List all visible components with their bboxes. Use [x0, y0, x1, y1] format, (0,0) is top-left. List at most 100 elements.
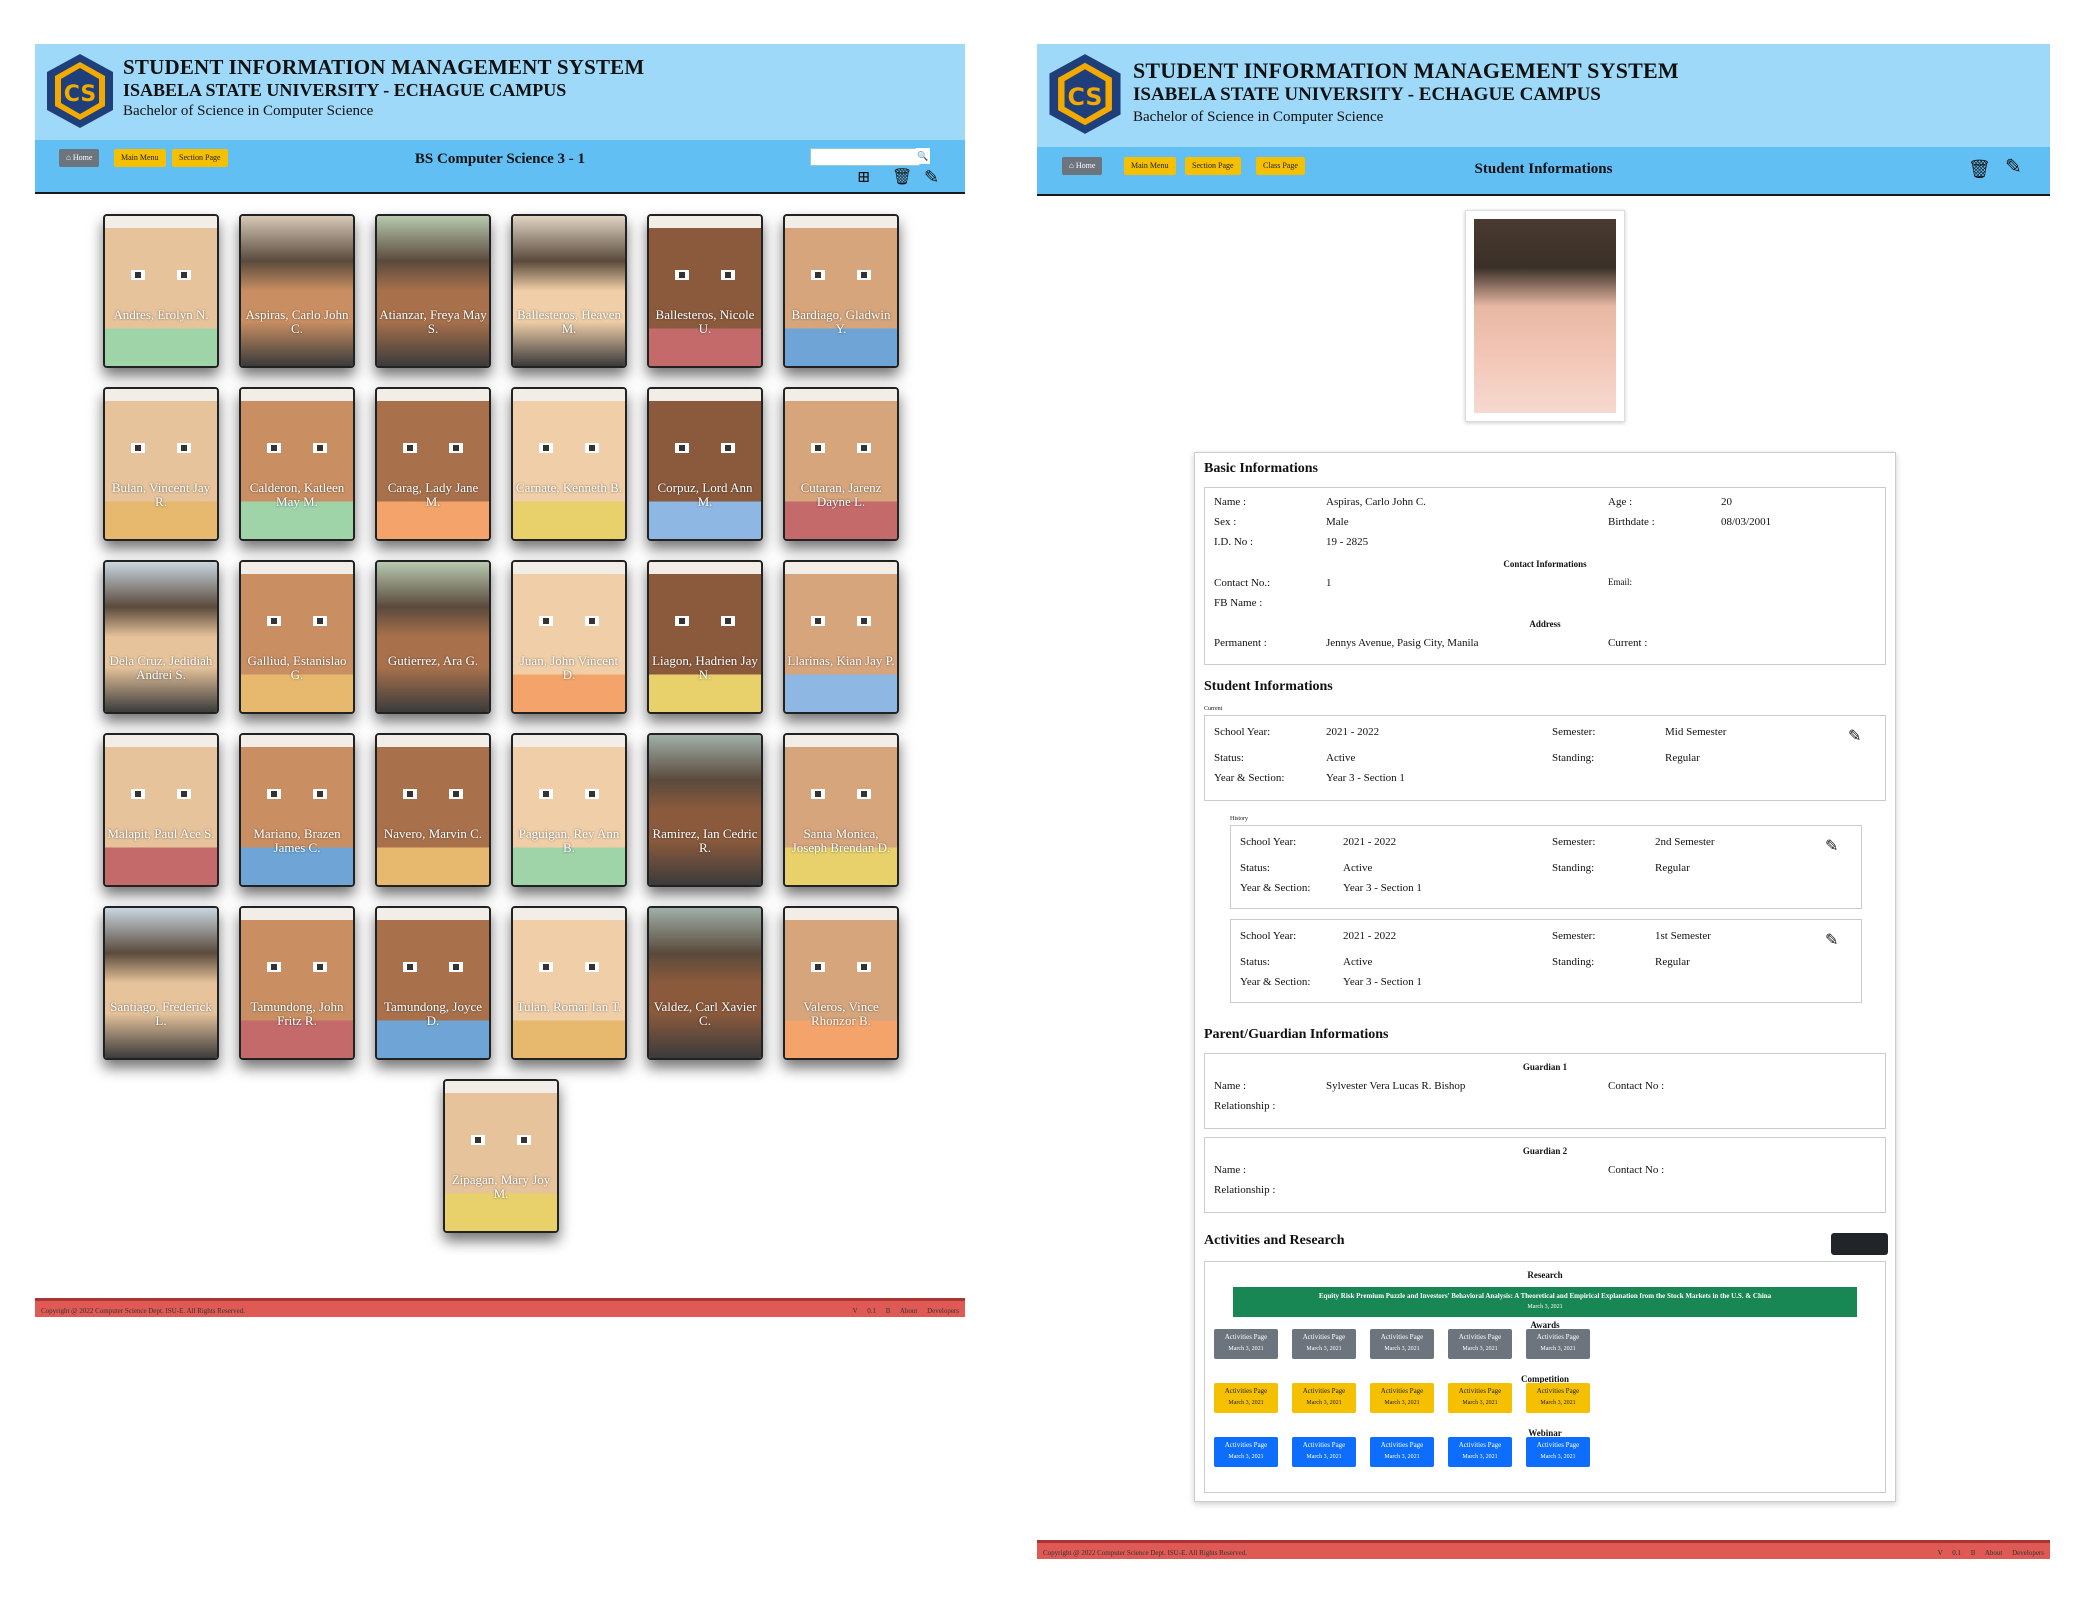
student-card[interactable]: Liagon, Hadrien Jay N. — [647, 560, 763, 714]
student-card[interactable]: Dela Cruz, Jedidiah Andrei S. — [103, 560, 219, 714]
program-title: Bachelor of Science in Computer Science — [123, 103, 374, 119]
guardian-1-heading: Guardian 1 — [1522, 1062, 1568, 1072]
student-card[interactable]: Mariano, Brazen James C. — [239, 733, 355, 887]
student-card[interactable]: Tulan, Romar Ian T. — [511, 906, 627, 1060]
footer-links: V 0.1 B About Developers — [853, 1307, 959, 1315]
activity-button[interactable]: Activities Page March 3, 2021 — [1370, 1329, 1434, 1359]
avatar-eye — [811, 443, 825, 453]
activity-button[interactable]: Activities Page March 3, 2021 — [1214, 1437, 1278, 1467]
search-input[interactable] — [810, 148, 920, 166]
student-card[interactable]: Carnate, Kenneth B. — [511, 387, 627, 541]
student-card[interactable]: Santa Monica, Joseph Brendan D. — [783, 733, 899, 887]
activity-button[interactable]: Activities Page March 3, 2021 — [1370, 1383, 1434, 1413]
student-card[interactable]: Valeros, Vince Rhonzor B. — [783, 906, 899, 1060]
student-photo — [649, 735, 761, 885]
avatar-pupil — [271, 964, 277, 970]
guardian-name-label: Name : — [1214, 1164, 1247, 1176]
student-card[interactable]: Santiago, Frederick L. — [103, 906, 219, 1060]
student-card[interactable]: Ballesteros, Nicole U. — [647, 214, 763, 368]
student-card[interactable]: Tamundong, Joyce D. — [375, 906, 491, 1060]
student-card[interactable]: Ballesteros, Heaven M. — [511, 214, 627, 368]
avatar-pupil — [815, 445, 821, 451]
student-card[interactable]: Valdez, Carl Xavier C. — [647, 906, 763, 1060]
student-card[interactable]: Atianzar, Freya May S. — [375, 214, 491, 368]
activity-button[interactable]: Activities Page March 3, 2021 — [1292, 1383, 1356, 1413]
student-avatar — [785, 216, 897, 366]
page-title: Student Informations — [1474, 161, 1613, 177]
student-card[interactable]: Tamundong, John Fritz R. — [239, 906, 355, 1060]
basic-info-box: Name : Aspiras, Carlo John C. Sex : Male… — [1204, 487, 1886, 665]
year-section-label: Year & Section: — [1240, 976, 1311, 988]
student-card[interactable]: Calderon, Katleen May M. — [239, 387, 355, 541]
edit-icon[interactable]: ✎ — [1848, 726, 1861, 746]
activity-button[interactable]: Activities Page March 3, 2021 — [1448, 1329, 1512, 1359]
avatar-eye — [267, 443, 281, 453]
student-card[interactable]: Malapit, Paul Ace S. — [103, 733, 219, 887]
student-avatar — [105, 389, 217, 539]
search-button[interactable]: 🔍 — [916, 148, 930, 164]
activity-button[interactable]: Activities Page March 3, 2021 — [1526, 1329, 1590, 1359]
student-card[interactable]: Juan, John Vincent D. — [511, 560, 627, 714]
research-item[interactable]: Equity Risk Premium Puzzle and Investors… — [1233, 1287, 1857, 1317]
activity-button[interactable]: Activities Page March 3, 2021 — [1526, 1383, 1590, 1413]
year-section-label: Year & Section: — [1240, 882, 1311, 894]
about-developers-link[interactable]: About Developers — [900, 1307, 959, 1315]
activity-button[interactable]: Activities Page March 3, 2021 — [1292, 1329, 1356, 1359]
edit-icon[interactable]: ✎ — [1825, 836, 1838, 856]
student-card[interactable]: Carag, Lady Jane M. — [375, 387, 491, 541]
activity-button[interactable]: Activities Page March 3, 2021 — [1448, 1437, 1512, 1467]
student-avatar — [513, 908, 625, 1058]
avatar-pupil — [679, 272, 685, 278]
add-activity-button[interactable] — [1831, 1233, 1888, 1255]
avatar-pupil — [815, 618, 821, 624]
edit-icon[interactable]: ✎ — [2005, 157, 2022, 177]
activity-date: March 3, 2021 — [1540, 1454, 1576, 1460]
copyright-text: Copyright @ 2022 Computer Science Dept. … — [41, 1307, 245, 1315]
student-name: Liagon, Hadrien Jay N. — [652, 653, 758, 682]
student-card[interactable]: Corpuz, Lord Ann M. — [647, 387, 763, 541]
activity-button[interactable]: Activities Page March 3, 2021 — [1292, 1437, 1356, 1467]
avatar-eye — [131, 443, 145, 453]
activity-button[interactable]: Activities Page March 3, 2021 — [1526, 1437, 1590, 1467]
student-card[interactable]: Llarinas, Kian Jay P. — [783, 560, 899, 714]
avatar-eye — [539, 616, 553, 626]
avatar-pupil — [475, 1137, 481, 1143]
history-semester-box: School Year: 2021 - 2022 Semester: 2nd S… — [1230, 825, 1862, 909]
trash-icon[interactable]: 🗑 — [892, 169, 912, 187]
student-card[interactable]: Paguigan, Rey Ann B. — [511, 733, 627, 887]
avatar-eye — [811, 789, 825, 799]
student-avatar — [785, 908, 897, 1058]
student-name: Juan, John Vincent D. — [519, 653, 619, 682]
trash-icon[interactable]: 🗑 — [1968, 160, 1991, 178]
avatar-eye — [449, 443, 463, 453]
student-card[interactable]: Bardiago, Gladwin Y. — [783, 214, 899, 368]
edit-icon[interactable]: ✎ — [924, 168, 939, 186]
activity-label: Activities Page — [1536, 1441, 1580, 1449]
avatar-pupil — [271, 618, 277, 624]
student-card[interactable]: Bulan, Vincent Jay R. — [103, 387, 219, 541]
avatar-eye — [131, 789, 145, 799]
activity-button[interactable]: Activities Page March 3, 2021 — [1214, 1329, 1278, 1359]
student-card[interactable]: Zipagan, Mary Joy M. — [443, 1079, 559, 1233]
activity-button[interactable]: Activities Page March 3, 2021 — [1214, 1383, 1278, 1413]
standing-label: Standing: — [1552, 862, 1595, 874]
student-card[interactable]: Andres, Erolyn N. — [103, 214, 219, 368]
add-icon[interactable]: ⊞ — [857, 169, 870, 187]
activity-button[interactable]: Activities Page March 3, 2021 — [1370, 1437, 1434, 1467]
student-card[interactable]: Aspiras, Carlo John C. — [239, 214, 355, 368]
avatar-pupil — [135, 791, 141, 797]
activity-date: March 3, 2021 — [1306, 1346, 1342, 1352]
student-card[interactable]: Ramirez, Ian Cedric R. — [647, 733, 763, 887]
avatar-eye — [449, 789, 463, 799]
student-card[interactable]: Gutierrez, Ara G. — [375, 560, 491, 714]
avatar-pupil — [543, 964, 549, 970]
about-developers-link[interactable]: About Developers — [1985, 1549, 2044, 1557]
student-card[interactable]: Navero, Marvin C. — [375, 733, 491, 887]
student-card[interactable]: Galliud, Estanislao G. — [239, 560, 355, 714]
school-year-value: 2021 - 2022 — [1343, 930, 1397, 942]
edit-icon[interactable]: ✎ — [1825, 930, 1838, 950]
student-card[interactable]: Cutaran, Jarenz Dayne L. — [783, 387, 899, 541]
research-date: March 3, 2021 — [1527, 1304, 1563, 1310]
avatar-pupil — [407, 445, 413, 451]
activity-button[interactable]: Activities Page March 3, 2021 — [1448, 1383, 1512, 1413]
